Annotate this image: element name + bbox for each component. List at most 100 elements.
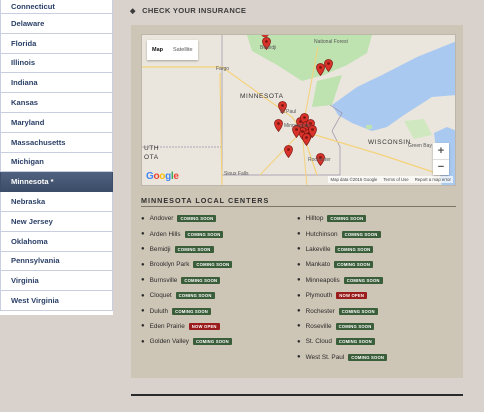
zoom-control[interactable]: + − bbox=[433, 143, 449, 175]
center-name[interactable]: Plymouth bbox=[306, 292, 333, 299]
state-sidebar: Connecticut Delaware Florida Illinois Indian… bbox=[0, 0, 113, 315]
center-item: ● Arden Hills COMING SOON bbox=[141, 226, 291, 241]
sidebar-item-oklahoma[interactable]: Oklahoma bbox=[0, 231, 113, 252]
status-badge: COMING SOON bbox=[175, 292, 215, 300]
status-badge: COMING SOON bbox=[338, 307, 378, 315]
center-name[interactable]: Minneapolis bbox=[306, 277, 340, 284]
center-item: ● West St. Paul COMING SOON bbox=[297, 350, 447, 365]
map-marker-icon[interactable] bbox=[284, 145, 293, 158]
center-name[interactable]: Duluth bbox=[150, 308, 168, 315]
map-marker-icon[interactable] bbox=[324, 59, 333, 72]
center-item: ● Burnsville COMING SOON bbox=[141, 273, 291, 288]
center-name[interactable]: Lakeville bbox=[306, 246, 331, 253]
center-item: ● Plymouth NOW OPEN bbox=[297, 288, 447, 303]
sidebar-item-delaware[interactable]: Delaware bbox=[0, 14, 113, 34]
center-name[interactable]: West St. Paul bbox=[306, 354, 345, 361]
center-item: ● Hutchinson COMING SOON bbox=[297, 226, 447, 241]
center-name[interactable]: Mankato bbox=[306, 261, 331, 268]
center-name[interactable]: Hilltop bbox=[306, 215, 324, 222]
map-label-bemidji: Bemidji bbox=[260, 45, 277, 51]
section-header: ◆ CHECK YOUR INSURANCE bbox=[130, 6, 246, 15]
sidebar-item-west-virginia[interactable]: West Virginia bbox=[0, 291, 113, 311]
sidebar-item-kansas[interactable]: Kansas bbox=[0, 93, 113, 113]
map-type-toggle[interactable]: Map Satellite bbox=[147, 40, 198, 60]
center-name[interactable]: Brooklyn Park bbox=[150, 261, 190, 268]
center-item: ● Minneapolis COMING SOON bbox=[297, 273, 447, 288]
sidebar-item-minnesota[interactable]: Minnesota * bbox=[0, 172, 113, 193]
center-name[interactable]: Hutchinson bbox=[306, 231, 338, 238]
bullet-icon: ● bbox=[297, 308, 301, 315]
center-item: ● Golden Valley COMING SOON bbox=[141, 334, 291, 349]
bullet-icon: ● bbox=[141, 277, 145, 284]
center-item: ● Lakeville COMING SOON bbox=[297, 242, 447, 257]
map-label-uth: UTH bbox=[144, 145, 160, 152]
bullet-icon: ● bbox=[297, 231, 301, 238]
local-centers-title: MINNESOTA LOCAL CENTERS bbox=[141, 196, 270, 205]
center-item: ● St. Cloud COMING SOON bbox=[297, 334, 447, 349]
bullet-icon: ● bbox=[297, 277, 301, 284]
map-marker-icon[interactable] bbox=[302, 133, 311, 146]
center-item: ● Brooklyn Park COMING SOON bbox=[141, 257, 291, 272]
center-name[interactable]: Burnsville bbox=[150, 277, 178, 284]
center-name[interactable]: Cloquet bbox=[150, 292, 172, 299]
sidebar-item-illinois[interactable]: Illinois bbox=[0, 53, 113, 74]
map-label-fargo: Fargo bbox=[216, 66, 230, 72]
center-name[interactable]: Andover bbox=[150, 215, 174, 222]
bullet-icon: ● bbox=[141, 338, 145, 345]
map-label-wisconsin: WISCONSIN bbox=[368, 139, 411, 146]
map-data-credit: Map data ©2016 Google bbox=[330, 177, 378, 182]
sidebar-item-pennsylvania[interactable]: Pennsylvania bbox=[0, 251, 113, 272]
center-item: ● Andover COMING SOON bbox=[141, 211, 291, 226]
status-badge: NOW OPEN bbox=[336, 292, 368, 300]
bullet-icon: ● bbox=[141, 231, 145, 238]
status-badge: COMING SOON bbox=[184, 230, 224, 238]
map-marker-icon[interactable] bbox=[274, 119, 283, 132]
map-type-satellite[interactable]: Satellite bbox=[168, 40, 198, 60]
section-title-insurance[interactable]: CHECK YOUR INSURANCE bbox=[142, 6, 246, 15]
sidebar-item-massachusetts[interactable]: Massachusetts bbox=[0, 132, 113, 153]
center-item: ● Hilltop COMING SOON bbox=[297, 211, 447, 226]
center-name[interactable]: Eden Prairie bbox=[150, 323, 185, 330]
center-name[interactable]: Golden Valley bbox=[150, 338, 189, 345]
center-name[interactable]: Rochester bbox=[306, 308, 335, 315]
sidebar-item-florida[interactable]: Florida bbox=[0, 33, 113, 54]
google-logo-letter: e bbox=[173, 171, 179, 182]
map-terms-link[interactable]: Terms of Use bbox=[383, 177, 408, 182]
map-type-map[interactable]: Map bbox=[147, 40, 168, 60]
bullet-icon: ● bbox=[297, 215, 301, 222]
sidebar-item-connecticut[interactable]: Connecticut bbox=[0, 0, 113, 14]
center-item: ● Duluth COMING SOON bbox=[141, 303, 291, 318]
bullet-icon: ● bbox=[297, 354, 301, 361]
sidebar-item-new-jersey[interactable]: New Jersey bbox=[0, 211, 113, 232]
center-name[interactable]: Bemidji bbox=[150, 246, 171, 253]
sidebar-item-nebraska[interactable]: Nebraska bbox=[0, 192, 113, 212]
map-label-sioux-falls: Sioux Falls bbox=[224, 171, 249, 177]
status-badge: COMING SOON bbox=[343, 276, 383, 284]
center-name[interactable]: Arden Hills bbox=[150, 231, 181, 238]
center-item: ● Mankato COMING SOON bbox=[297, 257, 447, 272]
bullet-icon: ● bbox=[141, 292, 145, 299]
center-name[interactable]: St. Cloud bbox=[306, 338, 332, 345]
status-badge: COMING SOON bbox=[192, 338, 232, 346]
map-label-green-bay: Green Bay bbox=[408, 143, 432, 149]
center-item: ● Rochester COMING SOON bbox=[297, 303, 447, 318]
sidebar-item-michigan[interactable]: Michigan bbox=[0, 152, 113, 173]
center-item: ● Eden Prairie NOW OPEN bbox=[141, 319, 291, 334]
zoom-out-button[interactable]: − bbox=[433, 160, 449, 176]
bullet-icon: ● bbox=[141, 215, 145, 222]
sidebar-item-maryland[interactable]: Maryland bbox=[0, 112, 113, 133]
sidebar-item-indiana[interactable]: Indiana bbox=[0, 73, 113, 94]
bullet-icon: ● bbox=[297, 246, 301, 253]
divider bbox=[141, 206, 456, 207]
map-label-st-paul: St Paul bbox=[280, 109, 297, 115]
map-report-link[interactable]: Report a map error bbox=[415, 177, 451, 182]
center-name[interactable]: Roseville bbox=[306, 323, 332, 330]
map-label-ota: OTA bbox=[144, 154, 159, 161]
bullet-icon: ● bbox=[297, 261, 301, 268]
bullet-icon: ● bbox=[141, 246, 145, 253]
sidebar-item-virginia[interactable]: Virginia bbox=[0, 271, 113, 292]
bullet-icon: ● bbox=[297, 292, 301, 299]
zoom-in-button[interactable]: + bbox=[433, 143, 449, 160]
status-badge: COMING SOON bbox=[172, 307, 212, 315]
google-map[interactable]: Map Satellite Bemidji National Forest Fa… bbox=[141, 34, 456, 186]
